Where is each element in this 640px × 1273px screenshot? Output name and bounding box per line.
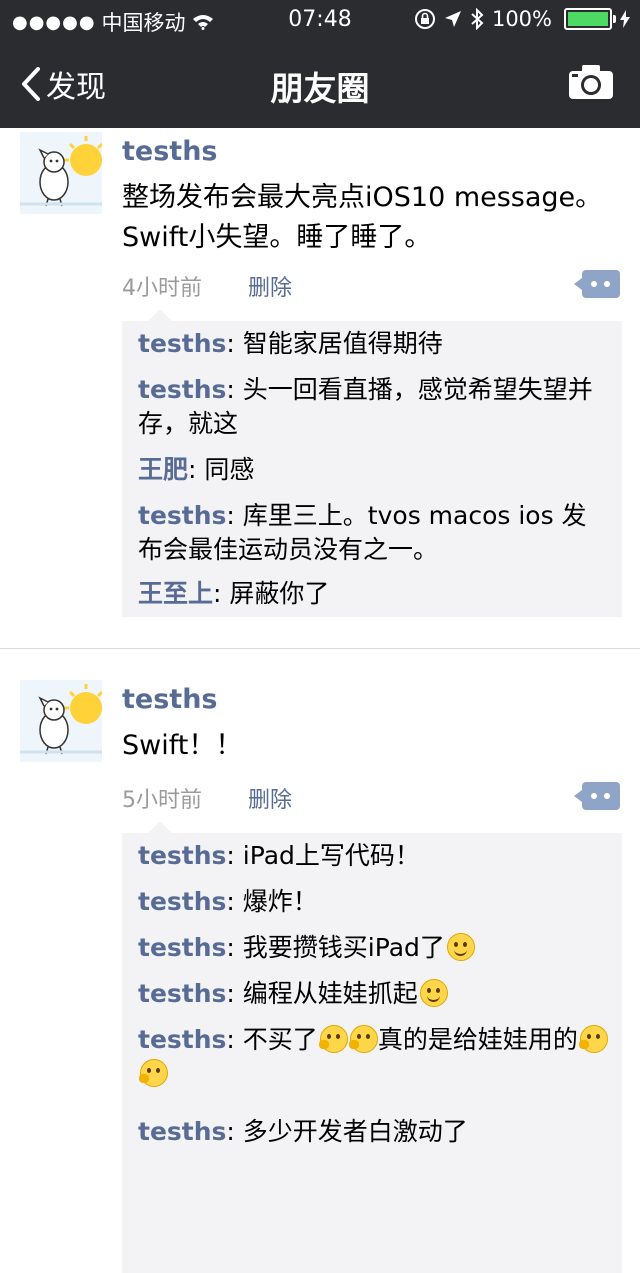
more-actions-button[interactable] <box>574 270 620 298</box>
post-divider <box>0 648 640 649</box>
charging-icon <box>620 10 630 28</box>
comment[interactable]: tesths: 我要攒钱买iPad了 <box>138 931 610 965</box>
comment[interactable]: tesths: 不买了 真的是给娃娃用的 <box>138 1023 610 1091</box>
comment[interactable]: 王至上: 屏蔽你了 <box>138 577 610 611</box>
post-time: 5小时前 <box>122 788 202 813</box>
avatar-image <box>20 680 102 762</box>
avatar-image <box>20 132 102 214</box>
thinking-emoji-icon <box>348 1025 378 1053</box>
post-time: 4小时前 <box>122 276 202 301</box>
post-author[interactable]: tesths <box>122 136 218 167</box>
thinking-emoji-icon <box>578 1025 608 1053</box>
comment[interactable]: tesths: 库里三上。tvos macos ios 发布会最佳运动员没有之一… <box>138 499 610 567</box>
page-title: 朋友圈 <box>270 69 370 108</box>
status-bar: ●●●●● 中国移动 07:48 100% <box>0 0 640 40</box>
camera-button[interactable] <box>568 64 614 104</box>
bluetooth-icon <box>471 8 484 30</box>
delete-button[interactable]: 删除 <box>248 782 292 814</box>
more-actions-button[interactable] <box>574 782 620 810</box>
comment[interactable]: tesths: 多少开发者白激动了 <box>138 1115 610 1149</box>
comment[interactable]: tesths: 头一回看直播，感觉希望失望并存，就这 <box>138 373 610 441</box>
smile-emoji-icon <box>446 933 475 961</box>
comments-box: tesths: iPad上写代码！ tesths: 爆炸！ tesths: 我要… <box>122 821 622 1273</box>
post-content: Swift！！ <box>122 730 243 761</box>
orientation-lock-icon <box>414 9 435 29</box>
delete-button[interactable]: 删除 <box>248 270 292 302</box>
header: ●●●●● 中国移动 07:48 100% 发现 朋友圈 <box>0 0 640 128</box>
thinking-emoji-icon <box>139 1059 168 1087</box>
comments-box: tesths: 智能家居值得期待 tesths: 头一回看直播，感觉希望失望并存… <box>122 309 622 617</box>
post-content: 整场发布会最大亮点iOS10 message。Swift小失望。睡了睡了。 <box>122 182 603 253</box>
battery-label: 100% <box>491 7 552 31</box>
post-author[interactable]: tesths <box>122 684 218 715</box>
smile-emoji-icon <box>419 979 448 1007</box>
avatar[interactable] <box>20 680 102 762</box>
camera-icon <box>569 65 613 99</box>
comment[interactable]: tesths: 爆炸！ <box>138 885 610 919</box>
location-icon <box>444 11 461 27</box>
battery-icon <box>564 8 616 30</box>
comment[interactable]: 王肥: 同感 <box>138 453 610 487</box>
comment[interactable]: tesths: 编程从娃娃抓起 <box>138 977 610 1011</box>
thinking-emoji-icon <box>318 1025 348 1053</box>
comment[interactable]: tesths: iPad上写代码！ <box>138 839 610 873</box>
avatar[interactable] <box>20 132 102 214</box>
comment[interactable]: tesths: 智能家居值得期待 <box>138 327 610 361</box>
nav-bar: 发现 朋友圈 <box>0 40 640 128</box>
